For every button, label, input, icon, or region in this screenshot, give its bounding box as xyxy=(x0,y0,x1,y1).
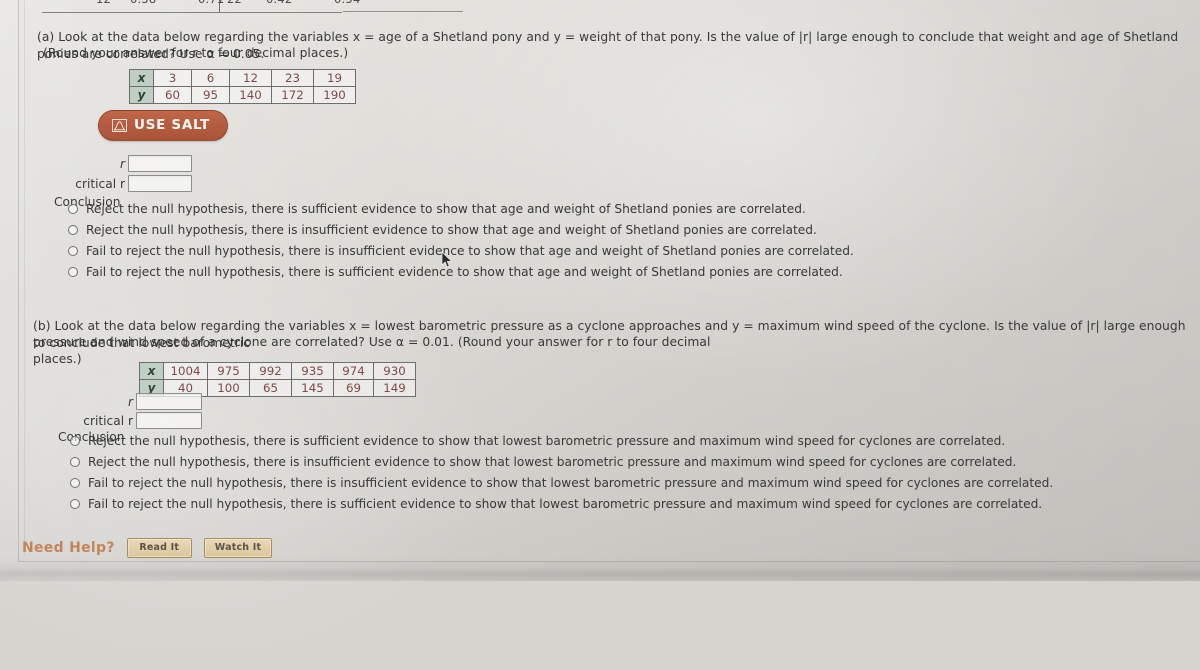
partial-cell: 22 xyxy=(227,0,242,6)
partial-cell: 0.71 xyxy=(198,0,224,6)
radio-icon[interactable] xyxy=(68,246,78,256)
cell-x-3: 23 xyxy=(271,69,314,87)
r-label: r xyxy=(127,394,133,409)
part-a-option-1[interactable]: Reject the null hypothesis, there is suf… xyxy=(68,202,806,217)
need-help-label: Need Help? xyxy=(22,540,115,556)
watch-it-button[interactable]: Watch It xyxy=(203,538,273,558)
option-label: Reject the null hypothesis, there is ins… xyxy=(86,223,817,237)
part-a-data-table: x 3 6 12 23 19 y 60 95 140 172 190 xyxy=(129,69,356,104)
cell-y-1: 95 xyxy=(191,86,230,104)
radio-icon[interactable] xyxy=(68,267,78,277)
cell-y-4: 190 xyxy=(313,86,356,104)
table-row: x 3 6 12 23 19 xyxy=(129,69,356,87)
cell-y-2: 140 xyxy=(229,86,272,104)
cell-x-5: 930 xyxy=(373,362,416,380)
part-b-data-table: x 1004 975 992 935 974 930 y 40 100 65 1… xyxy=(139,362,416,397)
cell-x-4: 19 xyxy=(313,69,356,87)
radio-icon[interactable] xyxy=(70,478,80,488)
option-label: Fail to reject the null hypothesis, ther… xyxy=(86,265,843,279)
row-label-x: x xyxy=(129,69,154,87)
cell-x-2: 12 xyxy=(229,69,272,87)
cell-x-1: 6 xyxy=(191,69,230,87)
cell-y-1: 100 xyxy=(207,379,250,397)
partial-cell: 0.42 xyxy=(266,0,292,6)
cell-x-2: 992 xyxy=(249,362,292,380)
partial-cell: 0.58 xyxy=(130,0,156,6)
r-input[interactable] xyxy=(136,393,202,410)
option-label: Reject the null hypothesis, there is suf… xyxy=(86,202,806,216)
critical-r-input[interactable] xyxy=(136,412,202,429)
table-row: x 1004 975 992 935 974 930 xyxy=(139,362,416,380)
cell-x-1: 975 xyxy=(207,362,250,380)
r-label: r xyxy=(119,156,125,171)
table-divider xyxy=(219,0,220,12)
option-label: Fail to reject the null hypothesis, ther… xyxy=(86,244,854,258)
cell-y-2: 65 xyxy=(249,379,292,397)
radio-icon[interactable] xyxy=(70,436,80,446)
critical-r-label: critical r xyxy=(75,176,125,191)
cell-x-3: 935 xyxy=(291,362,334,380)
cell-y-5: 149 xyxy=(373,379,416,397)
r-input[interactable] xyxy=(128,155,192,172)
need-help-section: Need Help? Read It Watch It xyxy=(22,538,273,558)
row-label-y: y xyxy=(129,86,154,104)
part-b-option-2[interactable]: Reject the null hypothesis, there is ins… xyxy=(70,455,1016,470)
part-b-option-4[interactable]: Fail to reject the null hypothesis, ther… xyxy=(70,497,1042,512)
part-b-option-1[interactable]: Reject the null hypothesis, there is suf… xyxy=(70,434,1005,449)
part-b-r-field-row: r xyxy=(36,393,202,410)
cell-x-4: 974 xyxy=(333,362,374,380)
option-label: Reject the null hypothesis, there is suf… xyxy=(88,434,1006,448)
part-a-option-2[interactable]: Reject the null hypothesis, there is ins… xyxy=(68,223,817,238)
cell-x-0: 1004 xyxy=(163,362,208,380)
partial-cell: 0.54 xyxy=(334,0,360,6)
critical-r-input[interactable] xyxy=(128,175,192,192)
part-a-option-3[interactable]: Fail to reject the null hypothesis, ther… xyxy=(68,244,854,259)
use-salt-button[interactable]: USE SALT xyxy=(98,110,228,141)
part-b-option-3[interactable]: Fail to reject the null hypothesis, ther… xyxy=(70,476,1053,491)
row-label-x: x xyxy=(139,362,164,380)
option-label: Reject the null hypothesis, there is ins… xyxy=(88,455,1017,469)
critical-r-label: critical r xyxy=(83,413,133,428)
cell-y-3: 145 xyxy=(291,379,334,397)
part-a-prompt-line2: (Round your answer for r to four decimal… xyxy=(43,46,349,60)
cell-x-0: 3 xyxy=(153,69,192,87)
previous-question-partial-table: 12 0.58 0.71 22 0.42 0.54 xyxy=(0,0,1200,22)
read-it-button[interactable]: Read It xyxy=(126,538,192,558)
option-label: Fail to reject the null hypothesis, ther… xyxy=(88,476,1054,490)
option-label: Fail to reject the null hypothesis, ther… xyxy=(88,497,1043,511)
radio-icon[interactable] xyxy=(68,225,78,235)
worksheet-content: 12 0.58 0.71 22 0.42 0.54 (a) Look at th… xyxy=(0,0,1200,581)
table-rule xyxy=(42,12,342,13)
part-a-r-field-row: r xyxy=(30,155,192,172)
radio-icon[interactable] xyxy=(68,204,78,214)
part-a-option-4[interactable]: Fail to reject the null hypothesis, ther… xyxy=(68,265,843,280)
table-rule xyxy=(343,11,463,12)
radio-icon[interactable] xyxy=(70,457,80,467)
cell-y-3: 172 xyxy=(271,86,314,104)
part-a-critical-r-field-row: critical r xyxy=(30,175,192,192)
radio-icon[interactable] xyxy=(70,499,80,509)
partial-cell: 12 xyxy=(96,0,111,6)
table-row: y 60 95 140 172 190 xyxy=(129,86,356,104)
cell-y-0: 60 xyxy=(153,86,192,104)
cell-y-4: 69 xyxy=(333,379,374,397)
distribution-curve-icon xyxy=(112,118,127,132)
use-salt-label: USE SALT xyxy=(134,117,210,133)
part-b-critical-r-field-row: critical r xyxy=(36,412,202,429)
